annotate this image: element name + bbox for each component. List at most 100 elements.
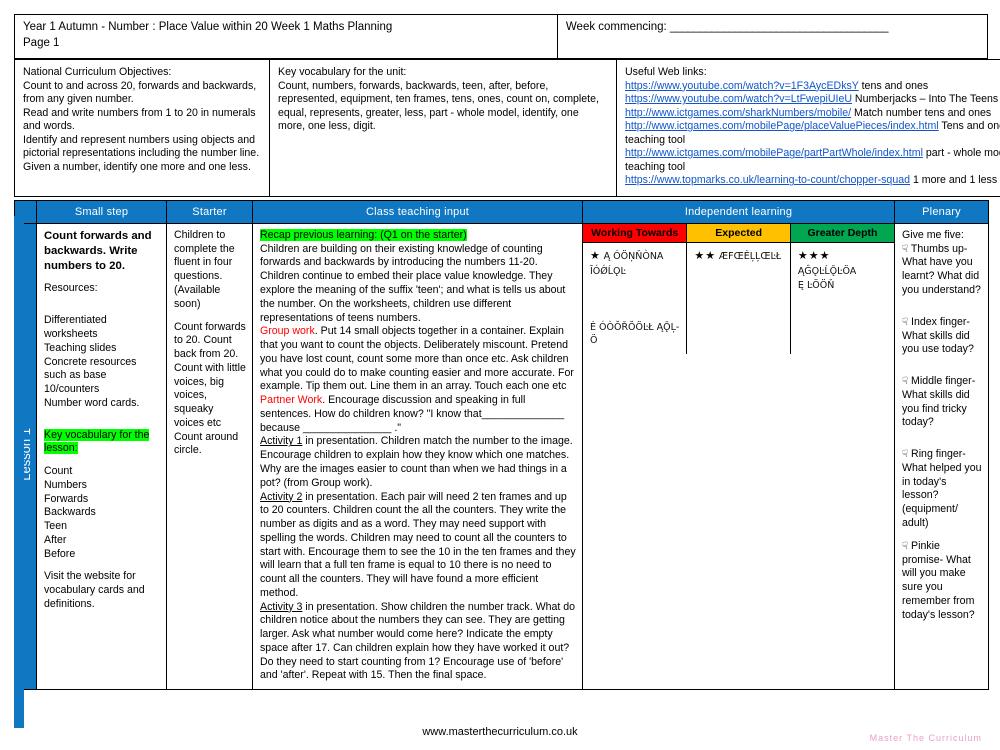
grid-header-row: Small step Starter Class teaching input … <box>14 199 989 224</box>
web-link-row-1: https://www.youtube.com/watch?v=LtFwepiU… <box>625 93 1000 107</box>
hand-icon-3: ☟ <box>902 449 909 461</box>
web-link-5[interactable]: https://www.topmarks.co.uk/learning-to-c… <box>625 174 910 186</box>
band-header-working-towards: Working Towards <box>583 223 688 243</box>
web-link-1[interactable]: https://www.youtube.com/watch?v=LtFwepiU… <box>625 93 852 105</box>
column-header-class-teaching: Class teaching input <box>252 199 583 224</box>
starter-paragraph-2: Count forwards to 20. Count back from 20… <box>174 320 246 457</box>
lesson-vocabulary-heading: Key vocabulary for the lesson: <box>44 428 160 457</box>
week-commencing-blank[interactable]: _____________________________________ <box>670 20 889 36</box>
band-body-greater-depth: ★★★ ĄĜǪĿĹǬĿÖA Ę ĿÖÖŇ <box>789 241 894 355</box>
title-band: Year 1 Autumn - Number : Place Value wit… <box>14 13 989 60</box>
band-header-greater-depth: Greater Depth <box>789 223 894 243</box>
nc-heading: National Curriculum Objectives: <box>23 66 172 79</box>
plenary-cell: Give me five: ☟ Thumbs up- What have you… <box>894 222 989 691</box>
recap-body: Children are building on their existing … <box>260 242 566 324</box>
activity-2-label: Activity 2 <box>260 490 303 503</box>
web-link-row-4: http://www.ictgames.com/mobilePage/partP… <box>625 147 1000 174</box>
plenary-item-1-text: Index finger- What skills did you use to… <box>902 315 974 356</box>
band-body-working-towards: ★ Ą ÓÖŅŇÒNA ĪÓǾĹǪĿ Ė ÓÒŎŘŎÖĿŁ ĄǬĻ-Ö <box>583 241 688 355</box>
star-rating-expected: ★★ <box>694 249 717 262</box>
web-link-2[interactable]: http://www.ictgames.com/sharkNumbers/mob… <box>625 107 851 119</box>
vocab-word-5: After <box>44 533 67 546</box>
web-link-0[interactable]: https://www.youtube.com/watch?v=1F3AycED… <box>625 80 859 92</box>
hand-icon-2: ☟ <box>902 376 909 388</box>
resources-label: Resources: <box>44 282 98 295</box>
web-link-row-5: https://www.topmarks.co.uk/learning-to-c… <box>625 174 1000 188</box>
independent-learning-cell: Working Towards Expected Greater Depth ★… <box>582 222 895 691</box>
vocab-word-4: Teen <box>44 520 67 533</box>
plenary-item-0: ☟ Thumbs up- What have you learnt? What … <box>902 243 982 298</box>
recap-heading: Recap previous learning: (Q1 on the star… <box>260 228 576 243</box>
plenary-item-3-text: Ring finger- What helped you in today's … <box>902 448 982 529</box>
nc-line-0: Count to and across 20, forwards and bac… <box>23 79 257 106</box>
activity-1-paragraph: Activity 1 in presentation. Children mat… <box>260 435 576 490</box>
resource-item-0: Differentiated worksheets <box>44 314 107 340</box>
web-link-4[interactable]: http://www.ictgames.com/mobilePage/partP… <box>625 147 923 159</box>
web-link-note-5: 1 more and 1 less <box>910 174 998 187</box>
independent-learning-subgrid: Working Towards Expected Greater Depth ★… <box>583 223 894 355</box>
week-commencing-cell: Week commencing: _______________________… <box>557 13 989 60</box>
web-link-note-0: tens and ones <box>858 79 929 92</box>
band-text-greater-depth-line1: ĄĜǪĿĹǬĿÖA <box>797 265 857 277</box>
small-step-cell: Count forwards and backwards. Write numb… <box>36 222 167 691</box>
useful-web-links-cell: Useful Web links: https://www.youtube.co… <box>616 59 1000 197</box>
vocab-word-6: Before <box>44 547 76 560</box>
plenary-item-4: ☟ Pinkie promise- What will you make sur… <box>902 540 982 623</box>
week-commencing-label: Week commencing: <box>565 21 667 33</box>
web-link-row-3: http://www.ictgames.com/mobilePage/place… <box>625 120 1000 147</box>
web-link-note-2: Match number tens and ones <box>851 106 992 119</box>
resource-item-1: Teaching slides <box>44 341 117 354</box>
nc-line-1: Read and write numbers from 1 to 20 in n… <box>23 106 256 133</box>
planning-grid: Small step Starter Class teaching input … <box>14 199 989 691</box>
web-link-row-0: https://www.youtube.com/watch?v=1F3AycED… <box>625 80 1000 94</box>
plenary-item-2-text: Middle finger- What skills did you find … <box>902 375 976 429</box>
band-text-working-towards-line2: ĪÓǾĹǪĿ <box>590 265 626 277</box>
group-work-paragraph: Group work. Put 14 small objects togethe… <box>260 325 576 394</box>
lesson-vocabulary-heading-text: Key vocabulary for the lesson: <box>44 428 150 455</box>
plenary-item-1: ☟ Index finger- What skills did you use … <box>902 316 982 357</box>
left-edge-accent-bar <box>14 216 24 728</box>
resource-item-3: Number word cards. <box>44 396 140 409</box>
web-links-heading: Useful Web links: <box>625 66 707 79</box>
small-step-objective: Count forwards and backwards. Write numb… <box>44 229 152 272</box>
column-header-independent-learning: Independent learning <box>582 199 895 224</box>
national-curriculum-cell: National Curriculum Objectives: Count to… <box>14 59 270 197</box>
plenary-item-2: ☟ Middle finger- What skills did you fin… <box>902 375 982 430</box>
independent-body-row: ★ Ą ÓÖŅŇÒNA ĪÓǾĹǪĿ Ė ÓÒŎŘŎÖĿŁ ĄǬĻ-Ö ★★ Æ… <box>583 241 894 355</box>
column-header-starter: Starter <box>166 199 253 224</box>
plenary-item-0-text: Thumbs up- What have you learnt? What di… <box>902 242 981 297</box>
hand-icon-1: ☟ <box>902 316 909 328</box>
partner-work-paragraph: Partner Work. Encourage discussion and s… <box>260 394 576 435</box>
document-title-cell: Year 1 Autumn - Number : Place Value wit… <box>14 13 558 60</box>
vocab-word-2: Forwards <box>44 492 89 505</box>
partner-work-label: Partner Work <box>260 394 323 407</box>
band-text-greater-depth-line2: Ę ĿÖÖŇ <box>797 280 835 292</box>
web-link-note-1: Numberjacks – Into The Teens <box>851 93 999 106</box>
plenary-item-3: ☟ Ring finger- What helped you in today'… <box>902 448 982 531</box>
recap-heading-text: Recap previous learning: (Q1 on the star… <box>260 228 467 241</box>
resource-item-2: Concrete resources such as base 10/count… <box>44 355 137 396</box>
info-band: National Curriculum Objectives: Count to… <box>14 59 1000 197</box>
footer-website[interactable]: www.masterthecurriculum.co.uk <box>0 726 1000 738</box>
web-link-3[interactable]: http://www.ictgames.com/mobilePage/place… <box>625 120 939 132</box>
key-vocabulary-body: Count, numbers, forwards, backwards, tee… <box>278 79 599 133</box>
planning-document: Year 1 Autumn - Number : Place Value wit… <box>0 0 1000 750</box>
star-rating-working-towards: ★ <box>590 249 601 262</box>
activity-2-body: in presentation. Each pair will need 2 t… <box>260 490 576 599</box>
plenary-item-4-text: Pinkie promise- What will you make sure … <box>902 539 975 621</box>
nc-line-2: Identify and represent numbers using obj… <box>23 133 260 160</box>
vocab-word-1: Numbers <box>44 478 87 491</box>
band-body-expected: ★★ ÆFŒĖĻĻŒĿŁ <box>686 241 791 355</box>
activity-3-paragraph: Activity 3 in presentation. Show childre… <box>260 601 576 684</box>
hand-icon-4: ☟ <box>902 540 909 552</box>
band-text-expected-line1: ÆFŒĖĻĻŒĿŁ <box>718 250 782 262</box>
web-link-row-2: http://www.ictgames.com/sharkNumbers/mob… <box>625 107 1000 121</box>
star-rating-greater-depth: ★★★ <box>797 249 831 262</box>
class-teaching-cell: Recap previous learning: (Q1 on the star… <box>252 222 583 691</box>
vocab-word-0: Count <box>44 465 73 478</box>
activity-3-label: Activity 3 <box>260 600 303 613</box>
document-title: Year 1 Autumn - Number : Place Value wit… <box>23 21 393 33</box>
column-header-plenary: Plenary <box>894 199 989 224</box>
key-vocabulary-unit-cell: Key vocabulary for the unit: Count, numb… <box>269 59 617 197</box>
activity-1-body: in presentation. Children match the numb… <box>260 435 573 489</box>
